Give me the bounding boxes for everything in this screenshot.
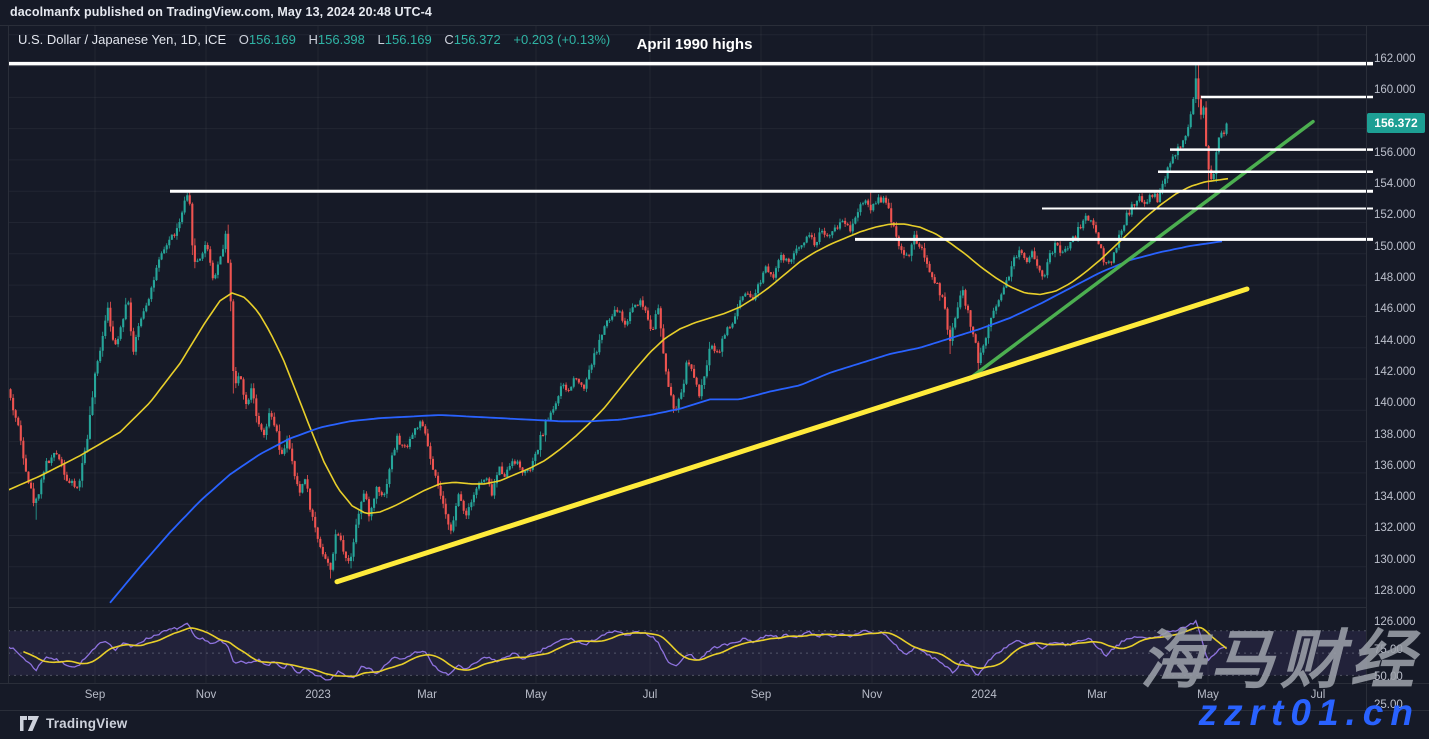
watermark-cjk: 海马财经 [1140, 628, 1420, 692]
ohlc-high-label: H [309, 32, 318, 47]
tradingview-snapshot: dacolmanfx published on TradingView.com,… [0, 0, 1429, 739]
price-axis-label: 150.000 [1374, 241, 1426, 253]
ohlc-close-label: C [444, 32, 453, 47]
symbol-title: U.S. Dollar / Japanese Yen, 1D, ICE [18, 32, 226, 47]
time-axis-label: Nov [196, 689, 216, 701]
price-axis-label: 138.000 [1374, 429, 1426, 441]
attribution-bar: dacolmanfx published on TradingView.com,… [10, 5, 432, 19]
price-axis-label: 134.000 [1374, 491, 1426, 503]
watermark-url: zzrt01.cn [1199, 693, 1420, 733]
attribution-text: dacolmanfx published on TradingView.com,… [10, 5, 432, 19]
annotation-april-1990-highs: April 1990 highs [597, 36, 792, 53]
tradingview-logo-text[interactable]: TradingView [46, 716, 127, 731]
price-axis-label: 140.000 [1374, 397, 1426, 409]
time-axis-label: May [525, 689, 547, 701]
tradingview-logo-icon[interactable] [20, 716, 39, 731]
price-axis-label: 156.000 [1374, 147, 1426, 159]
time-axis-label: Nov [862, 689, 882, 701]
price-axis-label: 154.000 [1374, 178, 1426, 190]
ohlc-open-label: O [239, 32, 249, 47]
ohlc-change: +0.203 (+0.13%) [513, 32, 610, 47]
price-axis-label: 142.000 [1374, 366, 1426, 378]
price-axis-label: 130.000 [1374, 554, 1426, 566]
time-axis-label: Jul [643, 689, 658, 701]
price-axis-label: 132.000 [1374, 522, 1426, 534]
price-axis-label: 162.000 [1374, 53, 1426, 65]
price-axis-label: 146.000 [1374, 303, 1426, 315]
time-axis-label: 2023 [305, 689, 331, 701]
ohlc-open-value: 156.169 [249, 32, 296, 47]
ohlc-high-value: 156.398 [318, 32, 365, 47]
price-axis-label: 128.000 [1374, 585, 1426, 597]
price-axis-label: 136.000 [1374, 460, 1426, 472]
ohlc-low-value: 156.169 [385, 32, 432, 47]
price-axis-label: 144.000 [1374, 335, 1426, 347]
ohlc-close-value: 156.372 [454, 32, 501, 47]
price-axis-label: 152.000 [1374, 209, 1426, 221]
price-axis-label: 148.000 [1374, 272, 1426, 284]
price-axis[interactable]: 162.000160.000158.000156.000154.000152.0… [1366, 26, 1429, 710]
time-axis-label: Mar [1087, 689, 1107, 701]
ohlc-low-label: L [378, 32, 385, 47]
price-axis-label: 160.000 [1374, 84, 1426, 96]
time-axis-label: 2024 [971, 689, 997, 701]
time-axis-label: Sep [751, 689, 771, 701]
symbol-info-row: U.S. Dollar / Japanese Yen, 1D, ICE O156… [18, 32, 610, 47]
time-axis-label: Sep [85, 689, 105, 701]
footer-bar: TradingView [20, 712, 127, 734]
time-axis-label: Mar [417, 689, 437, 701]
last-price-badge: 156.372 [1367, 113, 1425, 133]
